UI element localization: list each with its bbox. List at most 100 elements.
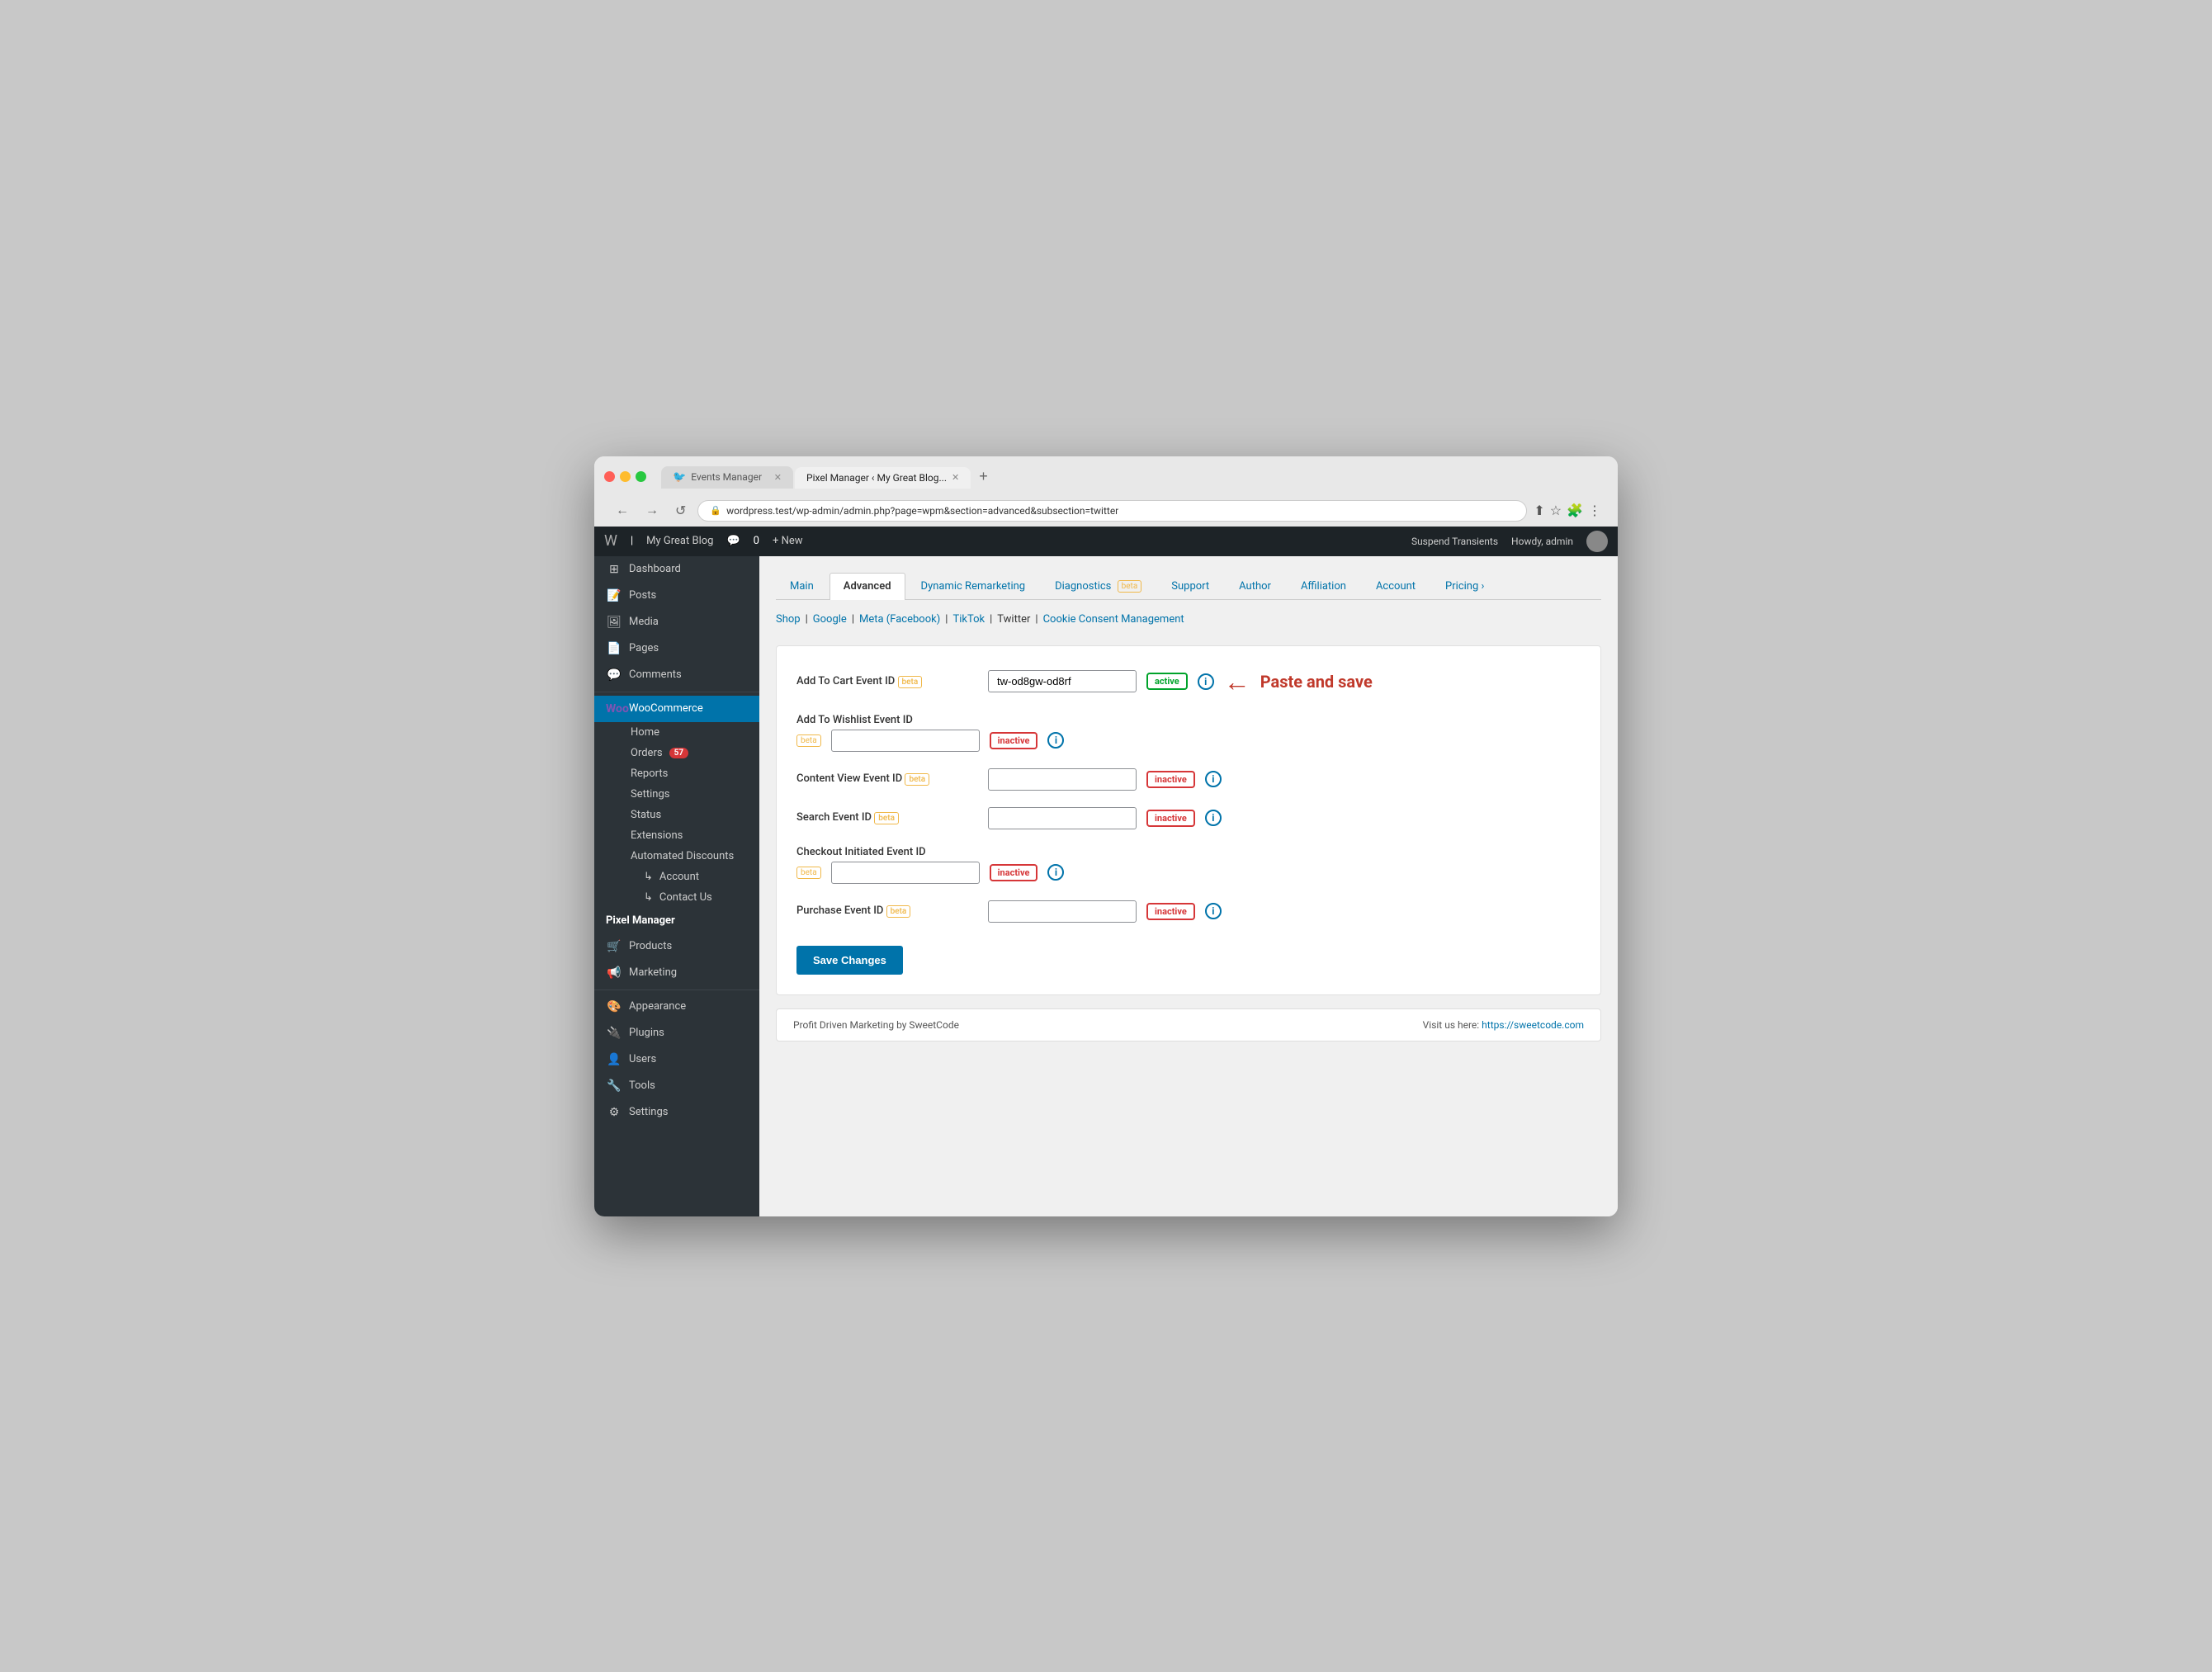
search-info-icon[interactable]: i xyxy=(1205,810,1222,826)
forward-button[interactable]: → xyxy=(640,502,664,520)
sub-nav-google[interactable]: Google xyxy=(813,613,847,626)
sidebar-item-woocommerce-label: WooCommerce xyxy=(629,702,703,715)
woo-orders-label: Orders xyxy=(631,747,663,759)
sidebar-item-automated-discounts[interactable]: Automated Discounts xyxy=(624,846,759,867)
purchase-event-input[interactable] xyxy=(988,900,1137,923)
add-to-wishlist-input[interactable] xyxy=(831,730,980,752)
menu-button[interactable]: ⋮ xyxy=(1588,503,1601,519)
sidebar-item-products[interactable]: 🛒 Products xyxy=(594,933,759,960)
footer-link[interactable]: https://sweetcode.com xyxy=(1482,1019,1584,1031)
sidebar-item-settings[interactable]: ⚙ Settings xyxy=(594,1099,759,1126)
bookmark-button[interactable]: ☆ xyxy=(1550,503,1562,519)
tab-2-close-icon[interactable]: ✕ xyxy=(952,472,959,483)
pages-icon: 📄 xyxy=(606,642,622,655)
address-bar[interactable]: 🔒 wordpress.test/wp-admin/admin.php?page… xyxy=(697,500,1527,522)
add-to-wishlist-info-icon[interactable]: i xyxy=(1047,732,1064,749)
sidebar-item-media-label: Media xyxy=(629,616,659,628)
tab-affiliation[interactable]: Affiliation xyxy=(1287,573,1360,599)
checkout-initiated-status-badge: inactive xyxy=(990,864,1038,881)
purchase-info-icon[interactable]: i xyxy=(1205,903,1222,919)
appearance-icon: 🎨 xyxy=(606,1000,622,1013)
sidebar-item-tools[interactable]: 🔧 Tools xyxy=(594,1073,759,1099)
sidebar-item-pages[interactable]: 📄 Pages xyxy=(594,635,759,662)
add-to-cart-input[interactable] xyxy=(988,670,1137,692)
tab-1-close-icon[interactable]: ✕ xyxy=(774,472,782,483)
field-row-add-to-wishlist: Add To Wishlist Event ID beta inactive i xyxy=(796,714,1581,752)
wp-main-content: Main Advanced Dynamic Remarketing Diagno… xyxy=(759,556,1618,1216)
sub-nav-tiktok[interactable]: TikTok xyxy=(952,613,985,626)
sep-3: | xyxy=(945,613,948,626)
sidebar-item-marketing[interactable]: 📢 Marketing xyxy=(594,960,759,986)
sidebar-item-dashboard[interactable]: ⊞ Dashboard xyxy=(594,556,759,583)
tab-support[interactable]: Support xyxy=(1157,573,1223,599)
sidebar-item-woo-settings[interactable]: Settings xyxy=(624,784,759,805)
comments-icon: 💬 xyxy=(726,535,740,547)
footer-banner: Profit Driven Marketing by SweetCode Vis… xyxy=(776,1008,1601,1041)
tab-pricing[interactable]: Pricing › xyxy=(1431,573,1498,599)
address-bar-row: ← → ↺ 🔒 wordpress.test/wp-admin/admin.ph… xyxy=(604,495,1608,527)
address-text: wordpress.test/wp-admin/admin.php?page=w… xyxy=(726,505,1118,517)
field-label-add-to-wishlist: Add To Wishlist Event ID xyxy=(796,714,978,726)
minimize-button[interactable] xyxy=(620,471,631,482)
browser-tab-2[interactable]: Pixel Manager ‹ My Great Blog... ✕ xyxy=(795,467,971,489)
add-to-cart-info-icon[interactable]: i xyxy=(1198,673,1214,690)
woo-extensions-label: Extensions xyxy=(631,829,683,842)
maximize-button[interactable] xyxy=(636,471,646,482)
sidebar-item-contact-us[interactable]: ↳ Contact Us xyxy=(624,887,759,908)
checkout-initiated-beta-badge: beta xyxy=(796,867,821,879)
sidebar-item-woo-status[interactable]: Status xyxy=(624,805,759,825)
tab-advanced[interactable]: Advanced xyxy=(830,573,905,600)
site-name[interactable]: My Great Blog xyxy=(646,535,713,547)
account-prefix: ↳ xyxy=(644,871,653,883)
sidebar-item-settings-label: Settings xyxy=(629,1106,668,1118)
sidebar-item-woo-extensions[interactable]: Extensions xyxy=(624,825,759,846)
add-to-wishlist-label-text: Add To Wishlist Event ID xyxy=(796,714,913,726)
sub-nav-cookie[interactable]: Cookie Consent Management xyxy=(1043,613,1184,626)
sidebar-item-plugins-label: Plugins xyxy=(629,1027,664,1039)
sidebar-item-pixel-manager[interactable]: Pixel Manager xyxy=(594,908,759,933)
sidebar-item-woo-orders[interactable]: Orders 57 xyxy=(624,743,759,763)
wp-sidebar: ⊞ Dashboard 📝 Posts 🖼 Media 📄 Pages 💬 xyxy=(594,556,759,1216)
sidebar-item-appearance[interactable]: 🎨 Appearance xyxy=(594,994,759,1020)
sidebar-item-media[interactable]: 🖼 Media xyxy=(594,609,759,635)
sidebar-item-account[interactable]: ↳ Account xyxy=(624,867,759,887)
field-label-checkout-initiated: Checkout Initiated Event ID xyxy=(796,846,978,858)
woo-status-label: Status xyxy=(631,809,661,821)
tab-diagnostics[interactable]: Diagnostics beta xyxy=(1041,573,1156,599)
checkout-initiated-info-icon[interactable]: i xyxy=(1047,864,1064,881)
sidebar-item-plugins[interactable]: 🔌 Plugins xyxy=(594,1020,759,1046)
add-tab-button[interactable]: + xyxy=(972,465,995,489)
sidebar-item-woo-home[interactable]: Home xyxy=(624,722,759,743)
contact-prefix: ↳ xyxy=(644,891,653,904)
sidebar-item-woocommerce[interactable]: Woo WooCommerce xyxy=(594,696,759,722)
content-view-status-badge: inactive xyxy=(1146,771,1195,788)
refresh-button[interactable]: ↺ xyxy=(670,501,691,521)
checkout-initiated-input[interactable] xyxy=(831,862,980,884)
extensions-button[interactable]: 🧩 xyxy=(1567,503,1583,519)
suspend-transients-button[interactable]: Suspend Transients xyxy=(1411,536,1498,547)
search-event-input[interactable] xyxy=(988,807,1137,829)
new-item-button[interactable]: + New xyxy=(773,535,803,547)
users-icon: 👤 xyxy=(606,1053,622,1066)
tab-author[interactable]: Author xyxy=(1225,573,1285,599)
sidebar-item-comments[interactable]: 💬 Comments xyxy=(594,662,759,688)
sub-nav-shop[interactable]: Shop xyxy=(776,613,801,626)
tab-account[interactable]: Account xyxy=(1362,573,1430,599)
content-view-input[interactable] xyxy=(988,768,1137,791)
sub-nav-meta[interactable]: Meta (Facebook) xyxy=(859,613,940,626)
sidebar-item-woo-reports[interactable]: Reports xyxy=(624,763,759,784)
woo-home-label: Home xyxy=(631,726,659,739)
close-button[interactable] xyxy=(604,471,615,482)
browser-tab-1[interactable]: 🐦 Events Manager ✕ xyxy=(661,466,793,489)
share-button[interactable]: ⬆ xyxy=(1534,503,1544,519)
content-area: Add To Cart Event ID beta active i ← Pas… xyxy=(776,645,1601,995)
tab-main[interactable]: Main xyxy=(776,573,828,599)
content-view-info-icon[interactable]: i xyxy=(1205,771,1222,787)
sidebar-item-posts[interactable]: 📝 Posts xyxy=(594,583,759,609)
tab-dynamic-remarketing[interactable]: Dynamic Remarketing xyxy=(907,573,1040,599)
content-view-label-text: Content View Event ID xyxy=(796,772,902,785)
save-changes-button[interactable]: Save Changes xyxy=(796,946,903,975)
wp-admin-bar: W | My Great Blog 💬 0 + New Suspend Tran… xyxy=(594,527,1618,556)
back-button[interactable]: ← xyxy=(611,502,634,520)
sidebar-item-users[interactable]: 👤 Users xyxy=(594,1046,759,1073)
